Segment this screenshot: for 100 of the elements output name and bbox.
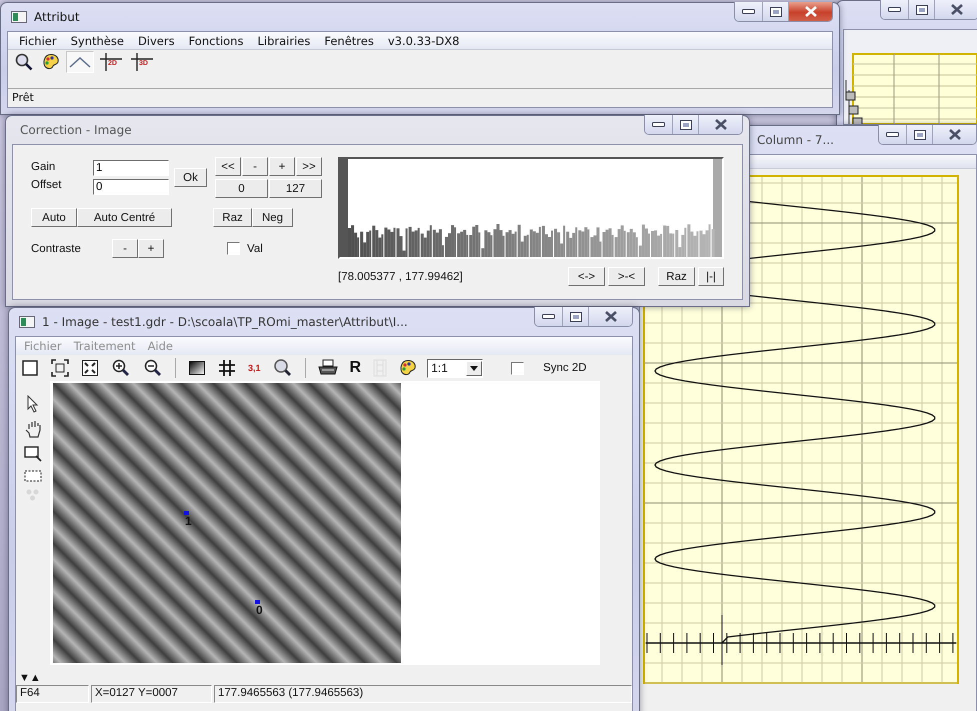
menu-item[interactable]: Divers [130,34,182,48]
menu-item[interactable]: Synthèse [64,34,131,48]
zoom-out-icon[interactable] [143,359,163,377]
minimize-icon [542,314,555,320]
zoom-rectangle-icon[interactable] [24,445,42,463]
palette-icon [42,53,60,71]
checkbox-label: Sync 2D [543,362,587,374]
marker-label: 0 [256,604,263,616]
printer-icon[interactable] [318,359,338,377]
maximize-icon [770,6,782,16]
checkbox[interactable] [511,362,524,374]
minimize-button[interactable] [879,125,906,144]
menu-item[interactable]: Fonctions [182,34,250,48]
close-button[interactable] [934,0,977,19]
field-label: Gain [31,161,56,175]
field-label: Offset [31,179,62,193]
minimize-button[interactable] [735,2,762,21]
grid-icon[interactable] [218,359,236,377]
close-button[interactable] [698,115,742,134]
button[interactable]: Raz [658,267,695,286]
maximize-icon [570,312,582,322]
maximize-button[interactable] [672,115,698,134]
pointer-icon[interactable] [25,395,41,413]
window-title: Column - 7... [757,133,834,147]
close-button[interactable] [788,2,832,21]
button[interactable]: <-> [568,267,605,286]
button[interactable]: |-| [698,267,724,286]
minimize-button[interactable] [645,115,672,134]
input-field[interactable]: 0 [93,179,169,195]
status-panel: F64 [16,685,89,703]
button[interactable]: - [242,157,268,176]
node-marker [848,106,858,114]
maximize-button[interactable] [762,2,788,21]
window-title: Attribut [34,10,80,24]
menu-item[interactable]: Fenêtres [317,34,381,48]
search-icon [15,53,33,71]
window-title: 1 - Image - test1.gdr - D:\scoala\TP_ROmi_master\Attribut\I... [42,315,408,329]
hand-icon[interactable] [24,420,42,438]
menu-item[interactable]: v3.0.33-DX8 [380,34,466,48]
button[interactable]: Auto Centré [77,208,172,227]
button[interactable]: Auto [31,208,77,227]
curve-button[interactable] [66,51,94,73]
maximize-icon [914,130,926,140]
caret-icon [470,366,478,370]
minimize-icon [888,6,901,12]
minimize-button[interactable] [881,0,908,19]
close-button[interactable] [932,125,976,144]
fit-window-icon[interactable] [51,359,69,377]
button[interactable]: >-< [608,267,645,286]
maximize-icon [916,4,928,14]
menu-item[interactable]: Librairies [250,34,318,48]
maximize-button[interactable] [906,125,932,144]
button[interactable]: + [269,157,295,176]
button[interactable]: 127 [269,179,322,198]
app-icon [11,11,27,23]
status-bar: Prêt [8,88,832,107]
menu-item[interactable]: Fichier [12,34,64,48]
field-label: Contraste [31,242,82,254]
close-icon [948,129,962,140]
input-field[interactable]: 1 [93,160,169,176]
square-icon[interactable] [21,359,39,377]
coordinates-button[interactable]: 3,1 [248,363,261,373]
search-icon[interactable] [272,359,293,377]
close-button[interactable] [588,307,632,326]
gradient-icon[interactable] [188,359,206,377]
button[interactable]: 0 [215,179,268,198]
button[interactable]: Neg [252,208,293,227]
zoom-in-icon[interactable] [111,359,131,377]
button[interactable]: << [215,157,241,176]
close-icon [804,6,818,17]
arrow-toggle[interactable]: ▼▲ [16,671,41,685]
checkbox-label: Val [247,242,263,254]
curve-icon [69,55,91,69]
close-icon [950,4,964,15]
checkbox[interactable] [227,242,240,255]
app-icon [19,316,35,328]
maximize-icon [680,120,692,130]
close-icon [714,119,728,130]
button[interactable]: + [138,239,164,258]
fit-all-icon[interactable] [81,359,99,377]
letter-button[interactable]: R [350,359,362,377]
zoom-combo[interactable]: 1:1 [427,358,484,378]
palette-icon[interactable] [399,359,418,377]
axes-icon [100,53,122,71]
status-panel: 177.9465563 (177.9465563) [214,685,632,703]
window-title: Correction - Image [20,123,132,137]
maximize-button[interactable] [908,0,934,19]
button[interactable]: - [112,239,138,258]
minimize-icon [652,122,665,128]
minimize-icon [886,132,899,138]
close-icon [604,311,618,322]
node-marker [846,92,856,100]
minimize-button[interactable] [535,307,562,326]
maximize-button[interactable] [562,307,588,326]
dashed-rectangle-icon[interactable] [24,470,42,482]
axes-icon [131,53,153,71]
button[interactable]: Ok [174,168,207,187]
status-panel: X=0127 Y=0007 [91,685,212,703]
button[interactable]: >> [296,157,322,176]
button[interactable]: Raz [213,208,252,227]
